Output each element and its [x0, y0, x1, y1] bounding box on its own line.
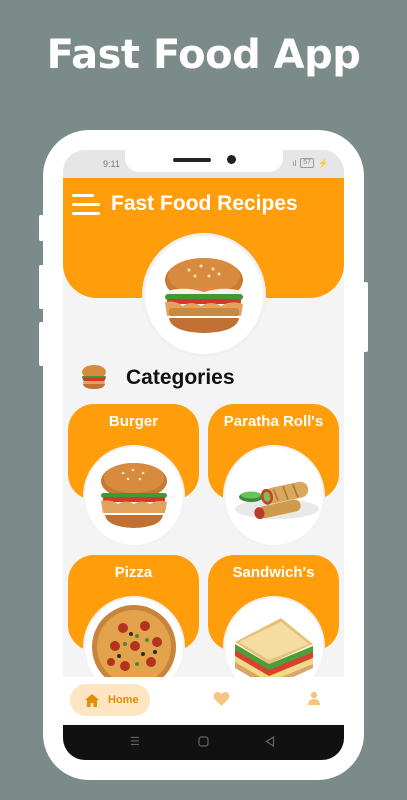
charging-icon: ⚡ [318, 158, 328, 168]
profile-icon [308, 691, 320, 705]
burger-image [85, 447, 183, 545]
categories-heading: Categories [79, 362, 339, 392]
battery-icon: 57 [300, 158, 315, 168]
nav-home-tab[interactable]: Home [70, 684, 150, 716]
category-label: Paratha Roll's [223, 413, 324, 430]
system-navigation-bar: ☰ [63, 725, 344, 760]
category-label: Pizza [114, 564, 153, 581]
nav-home-label: Home [108, 694, 139, 706]
promo-headline: Fast Food App [46, 32, 361, 78]
phone-notch [125, 150, 283, 172]
app-screen: 9:11 ıl 57 ⚡ Fast Food Recipes Categorie… [63, 150, 344, 760]
recents-icon[interactable]: ☰ [130, 736, 140, 748]
back-triangle-icon[interactable] [265, 735, 275, 750]
category-label: Burger [108, 413, 159, 430]
bottom-navigation: Home [63, 677, 344, 725]
home-circle-icon[interactable] [198, 736, 209, 750]
page-title: Fast Food Recipes [111, 192, 298, 215]
category-label: Sandwich's [232, 564, 315, 581]
nav-profile-tab[interactable] [307, 691, 321, 710]
status-time: 9:11 [103, 159, 120, 169]
speaker-grille [173, 158, 211, 162]
nav-favorites-tab[interactable] [213, 691, 230, 712]
signal-icon: ıl [292, 158, 297, 168]
front-camera [227, 155, 236, 164]
section-title: Categories [126, 366, 235, 389]
status-bar: 9:11 ıl 57 ⚡ [63, 150, 344, 178]
hero-burger-image [145, 236, 263, 354]
home-icon [85, 693, 99, 707]
burger-icon [79, 362, 109, 392]
hamburger-menu-icon[interactable] [72, 194, 100, 216]
heart-icon [213, 691, 230, 706]
status-indicators: ıl 57 ⚡ [292, 158, 328, 168]
paratha-roll-image [225, 447, 323, 545]
